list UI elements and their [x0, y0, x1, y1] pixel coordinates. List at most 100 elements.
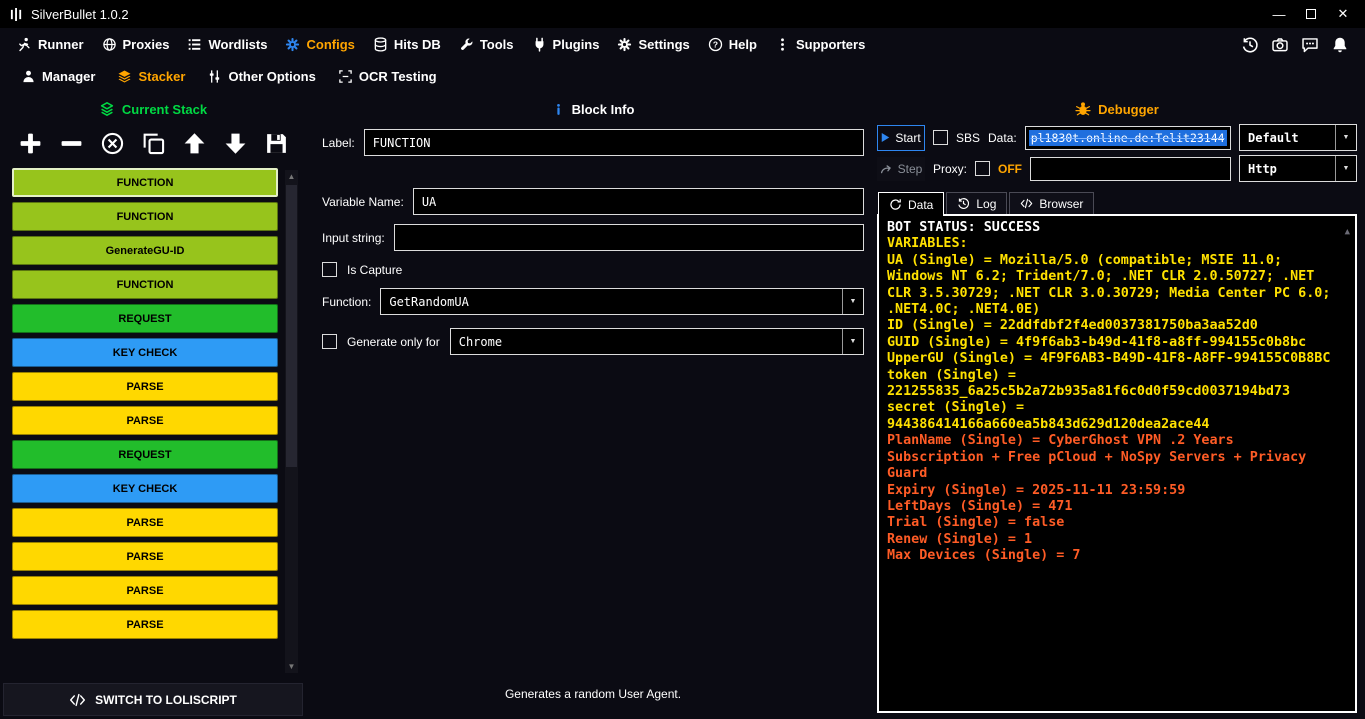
duplicate-button[interactable]: [139, 129, 167, 157]
move-up-button[interactable]: [180, 129, 208, 157]
menu-item-supporters[interactable]: Supporters: [766, 28, 874, 61]
menu-item-help[interactable]: ?Help: [699, 28, 766, 61]
options-icon: [207, 69, 222, 84]
stack-scrollbar[interactable]: ▲ ▼: [285, 170, 298, 673]
proxy-type-dropdown[interactable]: Http ▼: [1239, 155, 1357, 182]
stack-block-label: KEY CHECK: [113, 347, 178, 359]
tab-browser[interactable]: Browser: [1009, 192, 1094, 214]
menu-item-wordlists[interactable]: Wordlists: [178, 28, 276, 61]
switch-to-loliscript-button[interactable]: SWITCH TO LOLISCRIPT: [3, 683, 303, 716]
submenu-item-other-options[interactable]: Other Options: [196, 61, 326, 92]
menu-item-plugins[interactable]: Plugins: [523, 28, 609, 61]
move-down-icon: [223, 131, 248, 156]
stack-block-function[interactable]: FUNCTION: [12, 168, 278, 197]
proxy-checkbox[interactable]: [975, 161, 990, 176]
variable-name-input[interactable]: UA: [413, 188, 864, 215]
stack-block-key-check[interactable]: KEY CHECK: [12, 338, 278, 367]
proxy-input[interactable]: [1030, 157, 1231, 181]
stack-block-function[interactable]: FUNCTION: [12, 202, 278, 231]
stack-block-parse[interactable]: PARSE: [12, 372, 278, 401]
stack-block-label: FUNCTION: [117, 211, 174, 223]
scrollbar-up-arrow[interactable]: ▲: [285, 170, 298, 183]
label-input[interactable]: FUNCTION: [364, 129, 864, 156]
menu-item-label: Tools: [480, 37, 514, 52]
stack-block-label: PARSE: [126, 381, 163, 393]
data-label: Data:: [988, 131, 1017, 145]
stack-block-label: REQUEST: [118, 449, 171, 461]
is-capture-checkbox[interactable]: [322, 262, 337, 277]
maximize-button[interactable]: [1295, 1, 1327, 27]
help-icon: ?: [708, 37, 723, 52]
save-button[interactable]: [262, 129, 290, 157]
sbs-checkbox[interactable]: [933, 130, 948, 145]
move-down-button[interactable]: [221, 129, 249, 157]
add-button[interactable]: [16, 129, 44, 157]
stack-block-parse[interactable]: PARSE: [12, 542, 278, 571]
step-button[interactable]: Step: [877, 157, 925, 181]
window-title: SilverBullet 1.0.2: [31, 7, 129, 22]
function-field-label: Function:: [322, 295, 371, 309]
start-button[interactable]: Start: [877, 125, 925, 151]
log-line: VARIABLES:: [887, 236, 1335, 252]
stacker-icon: [117, 69, 132, 84]
menu-item-configs[interactable]: Configs: [276, 28, 363, 61]
stack-block-generategu-id[interactable]: GenerateGU-ID: [12, 236, 278, 265]
screenshot-button[interactable]: [1271, 36, 1289, 54]
stack-block-parse[interactable]: PARSE: [12, 508, 278, 537]
tab-label: Browser: [1039, 197, 1083, 211]
history-icon: [957, 197, 970, 210]
window-controls: — ✕: [1263, 1, 1359, 27]
stack-block-label: PARSE: [126, 551, 163, 563]
stack-block-request[interactable]: REQUEST: [12, 304, 278, 333]
submenu-item-ocr-testing[interactable]: OCR Testing: [327, 61, 448, 92]
log-line: Renew (Single) = 1: [887, 532, 1335, 548]
history-button[interactable]: [1241, 36, 1259, 54]
stack-block-parse[interactable]: PARSE: [12, 576, 278, 605]
scrollbar-thumb[interactable]: [286, 185, 297, 467]
scrollbar-down-arrow[interactable]: ▼: [285, 660, 298, 673]
menu-item-runner[interactable]: Runner: [8, 28, 93, 61]
input-string-input[interactable]: [394, 224, 864, 251]
label-input-value: FUNCTION: [373, 136, 431, 150]
stack-block-label: REQUEST: [118, 313, 171, 325]
stack-block-parse[interactable]: PARSE: [12, 610, 278, 639]
code-icon: [69, 693, 86, 707]
data-input[interactable]: pl1830t.online.de:Telit23144: [1025, 126, 1231, 150]
wordlist-type-dropdown[interactable]: Default ▼: [1239, 124, 1357, 151]
history-icon: [1241, 36, 1259, 54]
stack-block-parse[interactable]: PARSE: [12, 406, 278, 435]
function-dropdown[interactable]: GetRandomUA ▼: [380, 288, 864, 315]
data-input-value: pl1830t.online.de:Telit23144: [1029, 130, 1227, 146]
chat-button[interactable]: [1301, 36, 1319, 54]
stack-block-key-check[interactable]: KEY CHECK: [12, 474, 278, 503]
runner-icon: [17, 37, 32, 52]
log-line: ID (Single) = 22ddfdbf2f4ed0037381750ba3…: [887, 318, 1335, 334]
notifications-button[interactable]: [1331, 36, 1349, 54]
remove-button[interactable]: [57, 129, 85, 157]
tab-log[interactable]: Log: [946, 192, 1007, 214]
block-info-panel: Block Info Label: FUNCTION Variable Name…: [306, 92, 873, 719]
menu-item-hits-db[interactable]: Hits DB: [364, 28, 450, 61]
generate-only-for-checkbox[interactable]: [322, 334, 337, 349]
submenu-item-stacker[interactable]: Stacker: [106, 61, 196, 92]
stack-block-function[interactable]: FUNCTION: [12, 270, 278, 299]
browser-type-dropdown[interactable]: Chrome ▼: [450, 328, 864, 355]
submenu-item-manager[interactable]: Manager: [10, 61, 106, 92]
clear-button[interactable]: [98, 129, 126, 157]
stack-block-request[interactable]: REQUEST: [12, 440, 278, 469]
output-scroll-up-arrow[interactable]: ▲: [1345, 224, 1350, 240]
minimize-button[interactable]: —: [1263, 1, 1295, 27]
debugger-row-1: Start SBS Data: pl1830t.online.de:Telit2…: [877, 124, 1357, 151]
debugger-output[interactable]: BOT STATUS: SUCCESSVARIABLES:UA (Single)…: [877, 214, 1357, 713]
close-button[interactable]: ✕: [1327, 1, 1359, 27]
label-field-label: Label:: [322, 136, 355, 150]
menu-item-label: Proxies: [123, 37, 170, 52]
hitsdb-icon: [373, 37, 388, 52]
menu-item-tools[interactable]: Tools: [450, 28, 523, 61]
menu-item-proxies[interactable]: Proxies: [93, 28, 179, 61]
menu-item-settings[interactable]: Settings: [608, 28, 698, 61]
sbs-label: SBS: [956, 131, 980, 145]
log-line: secret (Single) = 944386414166a660ea5b84…: [887, 400, 1335, 433]
tab-data[interactable]: Data: [878, 192, 944, 216]
step-button-label: Step: [898, 162, 923, 176]
